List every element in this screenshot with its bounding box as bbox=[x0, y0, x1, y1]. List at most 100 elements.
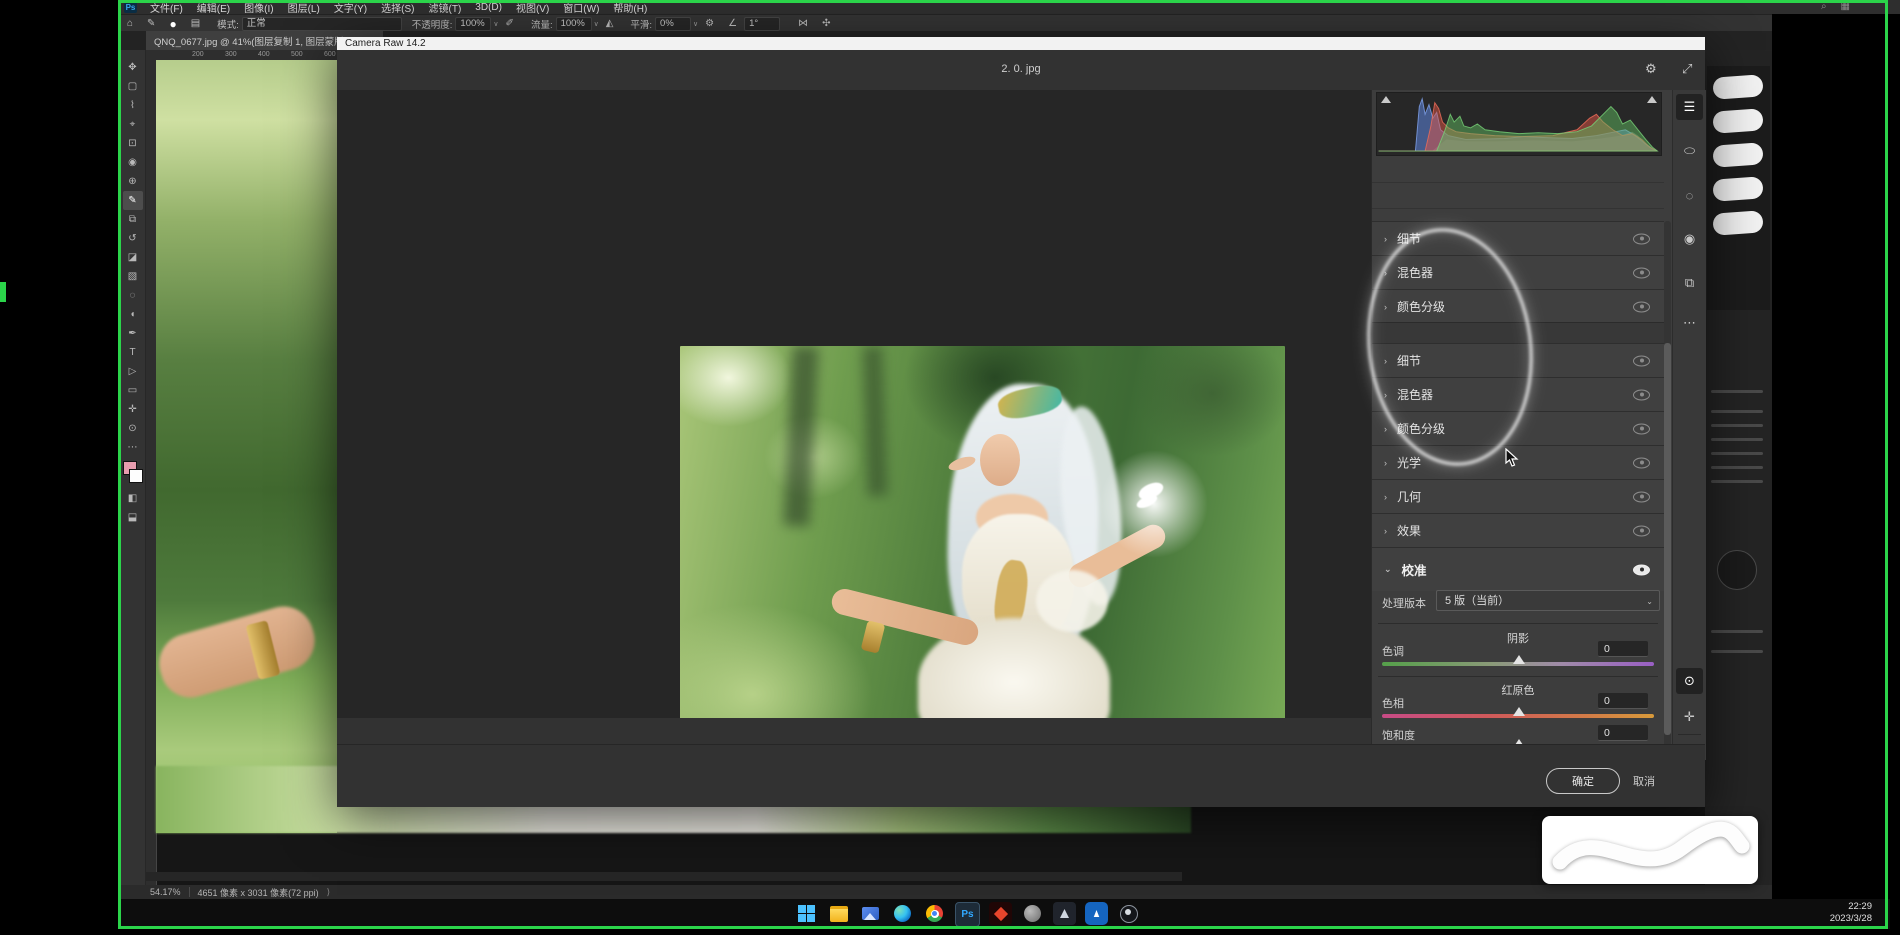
brush-thumbnail[interactable] bbox=[1712, 210, 1763, 235]
hue-value-field[interactable]: 0 bbox=[1598, 693, 1648, 709]
brush-thumbnail[interactable] bbox=[1712, 74, 1763, 99]
taskbar-icon-obs[interactable] bbox=[1117, 902, 1140, 925]
marquee-tool[interactable]: ▢ bbox=[123, 77, 143, 96]
fullscreen-icon[interactable]: ⤢ bbox=[1682, 61, 1692, 77]
opacity-select[interactable]: 100% bbox=[455, 17, 491, 31]
color-wheel-panel[interactable] bbox=[1717, 550, 1757, 590]
taskbar-icon-red-app[interactable] bbox=[989, 902, 1012, 925]
menu-edit[interactable]: 编辑(E) bbox=[190, 0, 237, 15]
menu-filter[interactable]: 滤镜(T) bbox=[422, 0, 469, 15]
cancel-button[interactable]: 取消 bbox=[1633, 773, 1655, 789]
lasso-tool[interactable]: ⌇ bbox=[123, 96, 143, 115]
brush-angle-value[interactable]: 1° bbox=[744, 17, 780, 31]
quick-mask-button[interactable]: ◧ bbox=[123, 489, 143, 508]
menu-image[interactable]: 图像(I) bbox=[237, 0, 280, 15]
menu-layer[interactable]: 图层(L) bbox=[281, 0, 327, 15]
brush-thumbnail[interactable] bbox=[1712, 176, 1763, 201]
highlight-clipping-icon[interactable] bbox=[1647, 96, 1657, 103]
menu-view[interactable]: 视图(V) bbox=[509, 0, 556, 15]
workspace-layout-icon[interactable]: ▦ bbox=[1841, 1, 1850, 12]
preferences-gear-icon[interactable]: ⚙ bbox=[1645, 61, 1657, 77]
type-tool[interactable]: T bbox=[123, 343, 143, 362]
smoothing-select[interactable]: 0% bbox=[655, 17, 691, 31]
flow-select[interactable]: 100% bbox=[556, 17, 592, 31]
eye-icon[interactable] bbox=[1633, 525, 1650, 536]
chevron-down-icon[interactable]: ∨ bbox=[693, 20, 698, 28]
chevron-down-icon[interactable]: ∨ bbox=[493, 20, 498, 28]
brush-thumbnail[interactable] bbox=[1712, 108, 1763, 133]
eye-icon[interactable] bbox=[1633, 457, 1650, 468]
pressure-opacity-icon[interactable]: ✐ bbox=[506, 18, 514, 29]
camera-raw-preview[interactable]: 适应（47%） 30% ⌄ ▤ ◫ bbox=[337, 90, 1371, 718]
menu-file[interactable]: 文件(F) bbox=[143, 0, 190, 15]
dodge-tool[interactable]: ◖ bbox=[123, 305, 143, 324]
menu-help[interactable]: 帮助(H) bbox=[606, 0, 654, 15]
brush-settings-panel-icon[interactable]: ▤ bbox=[191, 18, 200, 29]
menu-window[interactable]: 窗口(W) bbox=[556, 0, 606, 15]
brush-tool-icon[interactable]: ✎ bbox=[147, 18, 155, 29]
taskbar-icon-dark-app[interactable] bbox=[1053, 902, 1076, 925]
presets-tab[interactable]: ⧉ bbox=[1676, 270, 1703, 296]
search-icon[interactable]: ⌕ bbox=[1821, 1, 1827, 12]
ok-button[interactable]: 确定 bbox=[1546, 768, 1620, 794]
process-version-select[interactable]: 5 版（当前） ⌄ bbox=[1436, 590, 1660, 611]
color-swatches[interactable] bbox=[126, 461, 140, 489]
menu-select[interactable]: 选择(S) bbox=[374, 0, 421, 15]
path-select-tool[interactable]: ▷ bbox=[123, 362, 143, 381]
eraser-tool[interactable]: ◪ bbox=[123, 248, 143, 267]
gradient-tool[interactable]: ▧ bbox=[123, 267, 143, 286]
mode-select[interactable]: 正常 bbox=[242, 17, 402, 31]
taskbar-icon-gray-app[interactable] bbox=[1021, 902, 1044, 925]
quick-select-tool[interactable]: ⌖ bbox=[123, 115, 143, 134]
camera-raw-titlebar[interactable]: Camera Raw 14.2 bbox=[337, 37, 1705, 50]
status-zoom-level[interactable]: 54.17% bbox=[150, 887, 190, 897]
zoom-tool[interactable]: ⊙ bbox=[123, 419, 143, 438]
slider-thumb[interactable] bbox=[1513, 707, 1525, 716]
slider-thumb[interactable] bbox=[1513, 655, 1525, 664]
brush-tool[interactable]: ✎ bbox=[123, 191, 143, 210]
home-icon[interactable]: ⌂ bbox=[127, 18, 133, 29]
background-color-swatch[interactable] bbox=[129, 469, 143, 483]
section-calibration[interactable]: ⌄ 校准 bbox=[1372, 547, 1664, 591]
brush-thumbnail[interactable] bbox=[1712, 142, 1763, 167]
taskbar-icon-photoshop[interactable]: Ps bbox=[955, 902, 980, 927]
hand-tool-button[interactable]: ✛ bbox=[1676, 704, 1703, 730]
eye-icon[interactable] bbox=[1633, 355, 1650, 366]
hue-slider[interactable] bbox=[1382, 714, 1654, 718]
histogram[interactable] bbox=[1376, 92, 1662, 156]
section-geometry[interactable]: › 几何 bbox=[1372, 479, 1664, 513]
section-effects[interactable]: › 效果 bbox=[1372, 513, 1664, 547]
pen-tool[interactable]: ✒ bbox=[123, 324, 143, 343]
crop-tool[interactable]: ⊡ bbox=[123, 134, 143, 153]
masking-tab[interactable]: ◌ bbox=[1676, 182, 1703, 208]
scrollbar-thumb[interactable] bbox=[1664, 343, 1671, 735]
history-brush-tool[interactable]: ↺ bbox=[123, 229, 143, 248]
panel-scrollbar[interactable] bbox=[1664, 221, 1671, 751]
eye-icon[interactable] bbox=[1633, 389, 1650, 400]
eye-icon[interactable] bbox=[1633, 491, 1650, 502]
screen-mode-button[interactable]: ⬓ bbox=[123, 508, 143, 527]
menu-3d[interactable]: 3D(D) bbox=[468, 2, 509, 13]
blur-tool[interactable]: ◌ bbox=[123, 286, 143, 305]
edit-tab[interactable]: ☰ bbox=[1676, 94, 1703, 120]
start-button[interactable] bbox=[795, 902, 818, 925]
chevron-down-icon[interactable]: ∨ bbox=[594, 20, 599, 28]
taskbar-icon-blue-app[interactable] bbox=[1085, 902, 1108, 925]
pressure-size-icon[interactable]: ⋈ bbox=[798, 18, 808, 29]
taskbar-icon-edge[interactable] bbox=[891, 902, 914, 925]
hand-tool[interactable]: ✛ bbox=[123, 400, 143, 419]
shape-tool[interactable]: ▭ bbox=[123, 381, 143, 400]
zoom-tool-button[interactable]: ⊙ bbox=[1676, 668, 1703, 694]
taskbar-icon-photos[interactable] bbox=[859, 902, 882, 925]
eye-icon[interactable] bbox=[1633, 233, 1650, 244]
eye-icon[interactable] bbox=[1633, 301, 1650, 312]
eye-icon[interactable] bbox=[1633, 564, 1650, 575]
horizontal-scrollbar[interactable] bbox=[146, 872, 1182, 881]
eye-icon[interactable] bbox=[1633, 267, 1650, 278]
red-eye-tab[interactable]: ◉ bbox=[1676, 226, 1703, 252]
healing-tool[interactable]: ⊕ bbox=[123, 172, 143, 191]
eyedropper-tool[interactable]: ◉ bbox=[123, 153, 143, 172]
brush-preset-icon[interactable]: ● bbox=[169, 17, 176, 31]
menu-type[interactable]: 文字(Y) bbox=[327, 0, 374, 15]
taskbar-clock[interactable]: 22:29 2023/3/28 bbox=[1830, 901, 1872, 925]
